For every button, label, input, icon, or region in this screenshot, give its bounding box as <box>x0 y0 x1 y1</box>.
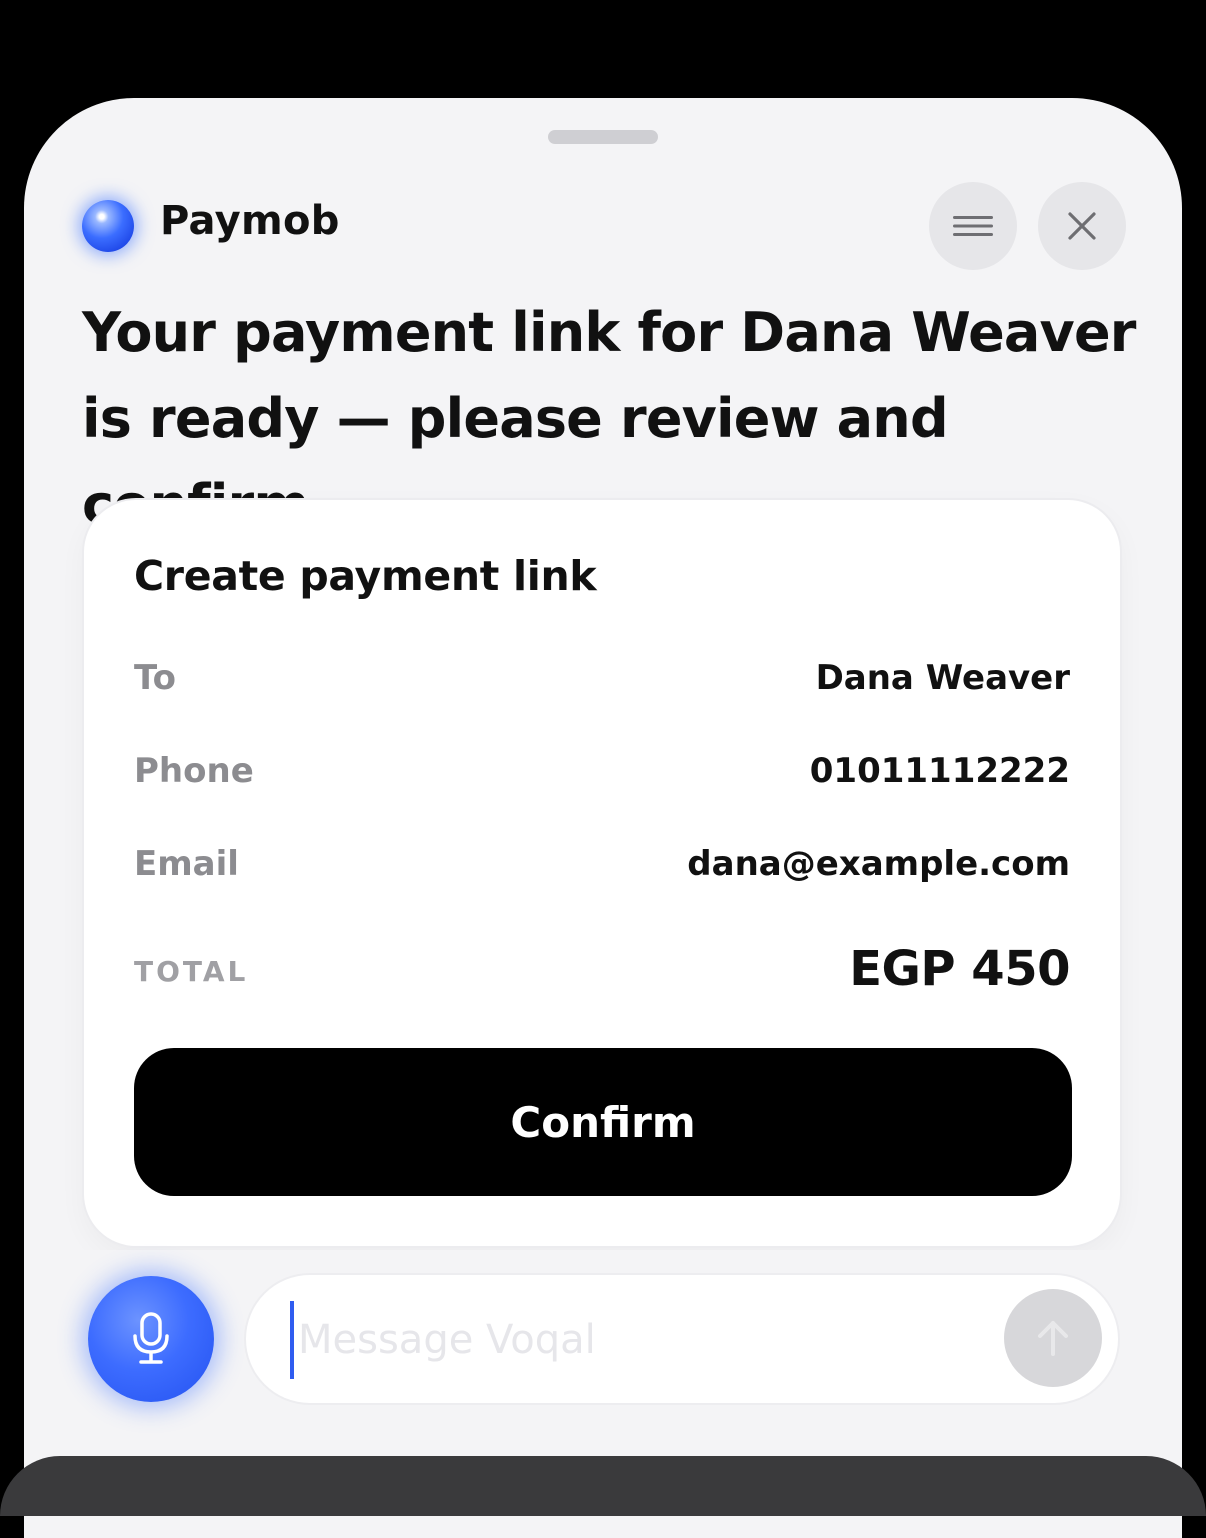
payment-link-card: Create payment link To Dana Weaver Phone… <box>84 500 1120 1246</box>
mic-button[interactable] <box>88 1276 214 1402</box>
to-value: Dana Weaver <box>815 658 1070 698</box>
message-input[interactable] <box>290 1301 980 1379</box>
close-button[interactable] <box>1038 182 1126 270</box>
sheet-grabber[interactable] <box>548 130 658 144</box>
card-title: Create payment link <box>134 552 597 600</box>
close-icon <box>1068 212 1096 240</box>
message-composer <box>246 1275 1118 1403</box>
to-label: To <box>134 658 177 698</box>
email-value: dana@example.com <box>687 844 1070 884</box>
hamburger-icon <box>953 216 993 236</box>
brand-name: Paymob <box>160 198 340 244</box>
assistant-sheet: Paymob Your payment link for Dana Weaver… <box>24 98 1182 1538</box>
menu-button[interactable] <box>929 182 1017 270</box>
keyboard-toolbar <box>0 1456 1206 1516</box>
phone-value: 01011112222 <box>809 751 1070 791</box>
brand-orb-icon <box>82 200 134 252</box>
confirm-button[interactable]: Confirm <box>134 1048 1072 1196</box>
total-label: TOTAL <box>134 955 249 988</box>
arrow-up-icon <box>1038 1321 1068 1356</box>
microphone-icon <box>133 1312 169 1364</box>
phone-label: Phone <box>134 751 254 791</box>
total-value: EGP 450 <box>849 941 1070 997</box>
email-label: Email <box>134 844 239 884</box>
send-button[interactable] <box>1004 1289 1102 1387</box>
